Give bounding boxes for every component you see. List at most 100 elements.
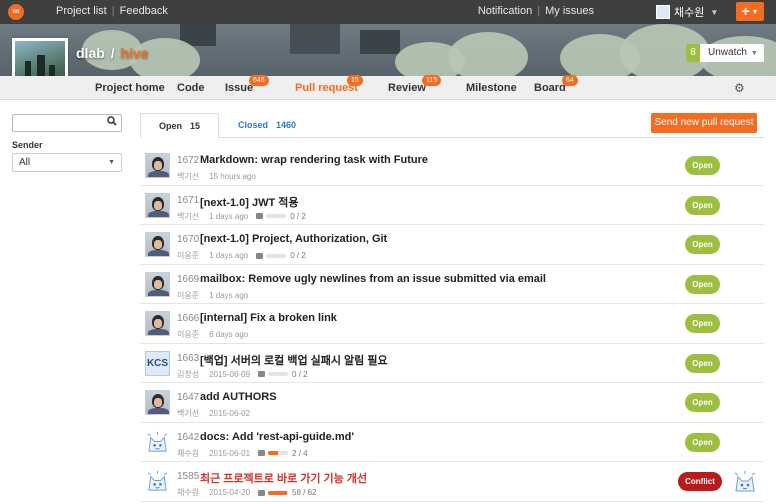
sender-select[interactable]: All ▼ bbox=[12, 153, 122, 172]
pull-request-meta: 백기선 1 days ago 0 / 2 bbox=[177, 211, 306, 222]
author-avatar[interactable] bbox=[145, 469, 170, 494]
author-avatar[interactable] bbox=[145, 390, 170, 415]
search-icon[interactable] bbox=[107, 116, 117, 129]
author-avatar[interactable]: KCS bbox=[145, 350, 170, 376]
pull-request-number: 1663 bbox=[177, 352, 200, 364]
tab-project-home[interactable]: Project home bbox=[95, 82, 165, 94]
project-list-link[interactable]: Project list bbox=[56, 5, 107, 17]
author-name[interactable]: 백기선 bbox=[177, 408, 199, 419]
author-name[interactable]: 이응준 bbox=[177, 329, 199, 340]
user-name: 채수원 bbox=[674, 7, 705, 19]
pull-request-row[interactable]: 1642 docs: Add 'rest-api-guide.md' 채수원 2… bbox=[140, 423, 764, 462]
pull-request-row[interactable]: 1647 add AUTHORS 백기선 2015-06-02 Open bbox=[140, 383, 764, 423]
open-status-badge[interactable]: Open bbox=[685, 235, 720, 254]
pull-request-row[interactable]: KCS 1663 [백업] 서버의 로컬 백업 실패시 알림 필요 김창성 20… bbox=[140, 344, 764, 383]
author-avatar[interactable] bbox=[145, 271, 170, 297]
pull-request-title[interactable]: add AUTHORS bbox=[200, 391, 277, 403]
pull-request-title[interactable]: [백업] 서버의 로컬 백업 실패시 알림 필요 bbox=[200, 352, 388, 368]
watch-label: Unwatch bbox=[708, 47, 747, 58]
user-menu[interactable]: 채수원 ▼ bbox=[656, 4, 718, 20]
pull-request-row[interactable]: 1666 [internal] Fix a broken link 이응준 6 … bbox=[140, 304, 764, 344]
tab-label: Issue bbox=[225, 82, 254, 94]
pull-request-row[interactable]: 1671 [next-1.0] JWT 적용 백기선 1 days ago 0 … bbox=[140, 186, 764, 225]
pull-request-title[interactable]: docs: Add 'rest-api-guide.md' bbox=[200, 431, 354, 443]
open-status-badge[interactable]: Open bbox=[685, 195, 720, 215]
created-time: 1 days ago bbox=[209, 211, 249, 221]
create-new-button[interactable]: + ▼ bbox=[736, 2, 764, 21]
review-ratio: 0 / 2 bbox=[290, 211, 306, 221]
pull-request-title[interactable]: mailbox: Remove ugly newlines from an is… bbox=[200, 273, 546, 285]
tab-issue[interactable]: Issue 646 bbox=[225, 75, 269, 94]
conflict-status-badge[interactable]: Conflict bbox=[678, 472, 722, 491]
open-status-badge[interactable]: Open bbox=[685, 274, 720, 294]
tab-open[interactable]: Open 15 bbox=[140, 113, 220, 139]
pull-request-number: 1642 bbox=[177, 431, 200, 443]
pull-request-meta: 채수원 2015-04-20 58 / 62 bbox=[177, 487, 316, 498]
pull-request-number: 1671 bbox=[177, 194, 200, 206]
nav-divider: | bbox=[537, 5, 541, 17]
search-field[interactable] bbox=[12, 114, 122, 132]
tab-board[interactable]: Board 64 bbox=[534, 75, 578, 94]
open-status-badge[interactable]: Open bbox=[685, 156, 720, 175]
review-progress-bar bbox=[266, 253, 287, 258]
tab-label: Milestone bbox=[466, 82, 517, 94]
pull-request-title[interactable]: Markdown: wrap rendering task with Futur… bbox=[200, 154, 428, 166]
comment-icon bbox=[258, 450, 266, 456]
author-name[interactable]: 백기선 bbox=[177, 211, 199, 222]
author-avatar[interactable] bbox=[145, 311, 170, 336]
author-name[interactable]: 백기선 bbox=[177, 171, 199, 182]
author-avatar[interactable] bbox=[145, 429, 170, 455]
chevron-down-icon: ▼ bbox=[710, 7, 719, 17]
banner-decoration bbox=[360, 30, 400, 54]
created-time: 2015-06-01 bbox=[209, 448, 251, 458]
author-avatar[interactable] bbox=[145, 192, 170, 218]
watch-button[interactable]: 8 Unwatch ▼ bbox=[686, 44, 764, 62]
pull-request-row[interactable]: 1585 최근 프로젝트로 바로 가기 기능 개선 채수원 2015-04-20… bbox=[140, 462, 764, 502]
open-status-badge[interactable]: Open bbox=[685, 314, 720, 333]
project-owner[interactable]: dlab bbox=[76, 45, 105, 61]
comment-icon bbox=[256, 213, 264, 219]
pull-request-title[interactable]: [internal] Fix a broken link bbox=[200, 312, 337, 324]
chevron-down-icon: ▼ bbox=[108, 159, 115, 166]
hive-logo-icon[interactable]: ∞ bbox=[8, 4, 24, 20]
pull-request-title[interactable]: [next-1.0] JWT 적용 bbox=[200, 194, 298, 210]
author-avatar[interactable] bbox=[145, 232, 170, 257]
tab-review[interactable]: Review 115 bbox=[388, 75, 442, 94]
open-status-badge[interactable]: Open bbox=[685, 353, 720, 373]
project-name[interactable]: hive bbox=[121, 45, 149, 61]
gear-icon[interactable]: ⚙ bbox=[734, 81, 745, 95]
author-name[interactable]: 이응준 bbox=[177, 290, 199, 301]
pull-request-meta: 이응준 6 days ago bbox=[177, 329, 248, 340]
author-avatar[interactable] bbox=[145, 153, 170, 178]
pull-request-number: 1669 bbox=[177, 273, 200, 285]
open-status-badge[interactable]: Open bbox=[685, 432, 720, 452]
pull-request-meta: 백기선 2015-06-02 bbox=[177, 408, 250, 419]
review-progress-bar bbox=[266, 214, 287, 218]
pull-request-row[interactable]: 1669 mailbox: Remove ugly newlines from … bbox=[140, 265, 764, 304]
review-ratio: 0 / 2 bbox=[292, 369, 308, 379]
tab-pull-request[interactable]: Pull request 15 bbox=[295, 75, 363, 94]
tab-milestone[interactable]: Milestone bbox=[466, 82, 517, 94]
pull-request-row[interactable]: 1672 Markdown: wrap rendering task with … bbox=[140, 146, 764, 186]
author-name[interactable]: 김창성 bbox=[177, 369, 199, 380]
author-name[interactable]: 채수원 bbox=[177, 487, 199, 498]
author-name[interactable]: 채수원 bbox=[177, 448, 199, 459]
feedback-link[interactable]: Feedback bbox=[120, 5, 168, 17]
my-issues-link[interactable]: My issues bbox=[545, 5, 594, 17]
pull-request-title[interactable]: [next-1.0] Project, Authorization, Git bbox=[200, 233, 387, 245]
review-ratio: 0 / 2 bbox=[290, 251, 306, 260]
pull-request-meta: 이응준 1 days ago bbox=[177, 290, 248, 301]
tab-closed[interactable]: Closed 1460 bbox=[220, 113, 314, 138]
pull-request-title[interactable]: 최근 프로젝트로 바로 가기 기능 개선 bbox=[200, 470, 367, 486]
notification-link[interactable]: Notification bbox=[478, 5, 532, 17]
title-separator: / bbox=[110, 45, 115, 61]
reviewer-avatar[interactable] bbox=[732, 469, 758, 495]
open-status-badge[interactable]: Open bbox=[685, 393, 720, 412]
review-progress-fill bbox=[268, 490, 287, 495]
search-input[interactable] bbox=[13, 115, 103, 131]
author-name[interactable]: 이응준 bbox=[177, 250, 199, 261]
pull-request-row[interactable]: 1670 [next-1.0] Project, Authorization, … bbox=[140, 225, 764, 265]
tab-code[interactable]: Code bbox=[177, 82, 205, 94]
pull-request-number: 1670 bbox=[177, 234, 200, 245]
send-new-pull-request-button[interactable]: Send new pull request bbox=[651, 113, 757, 133]
